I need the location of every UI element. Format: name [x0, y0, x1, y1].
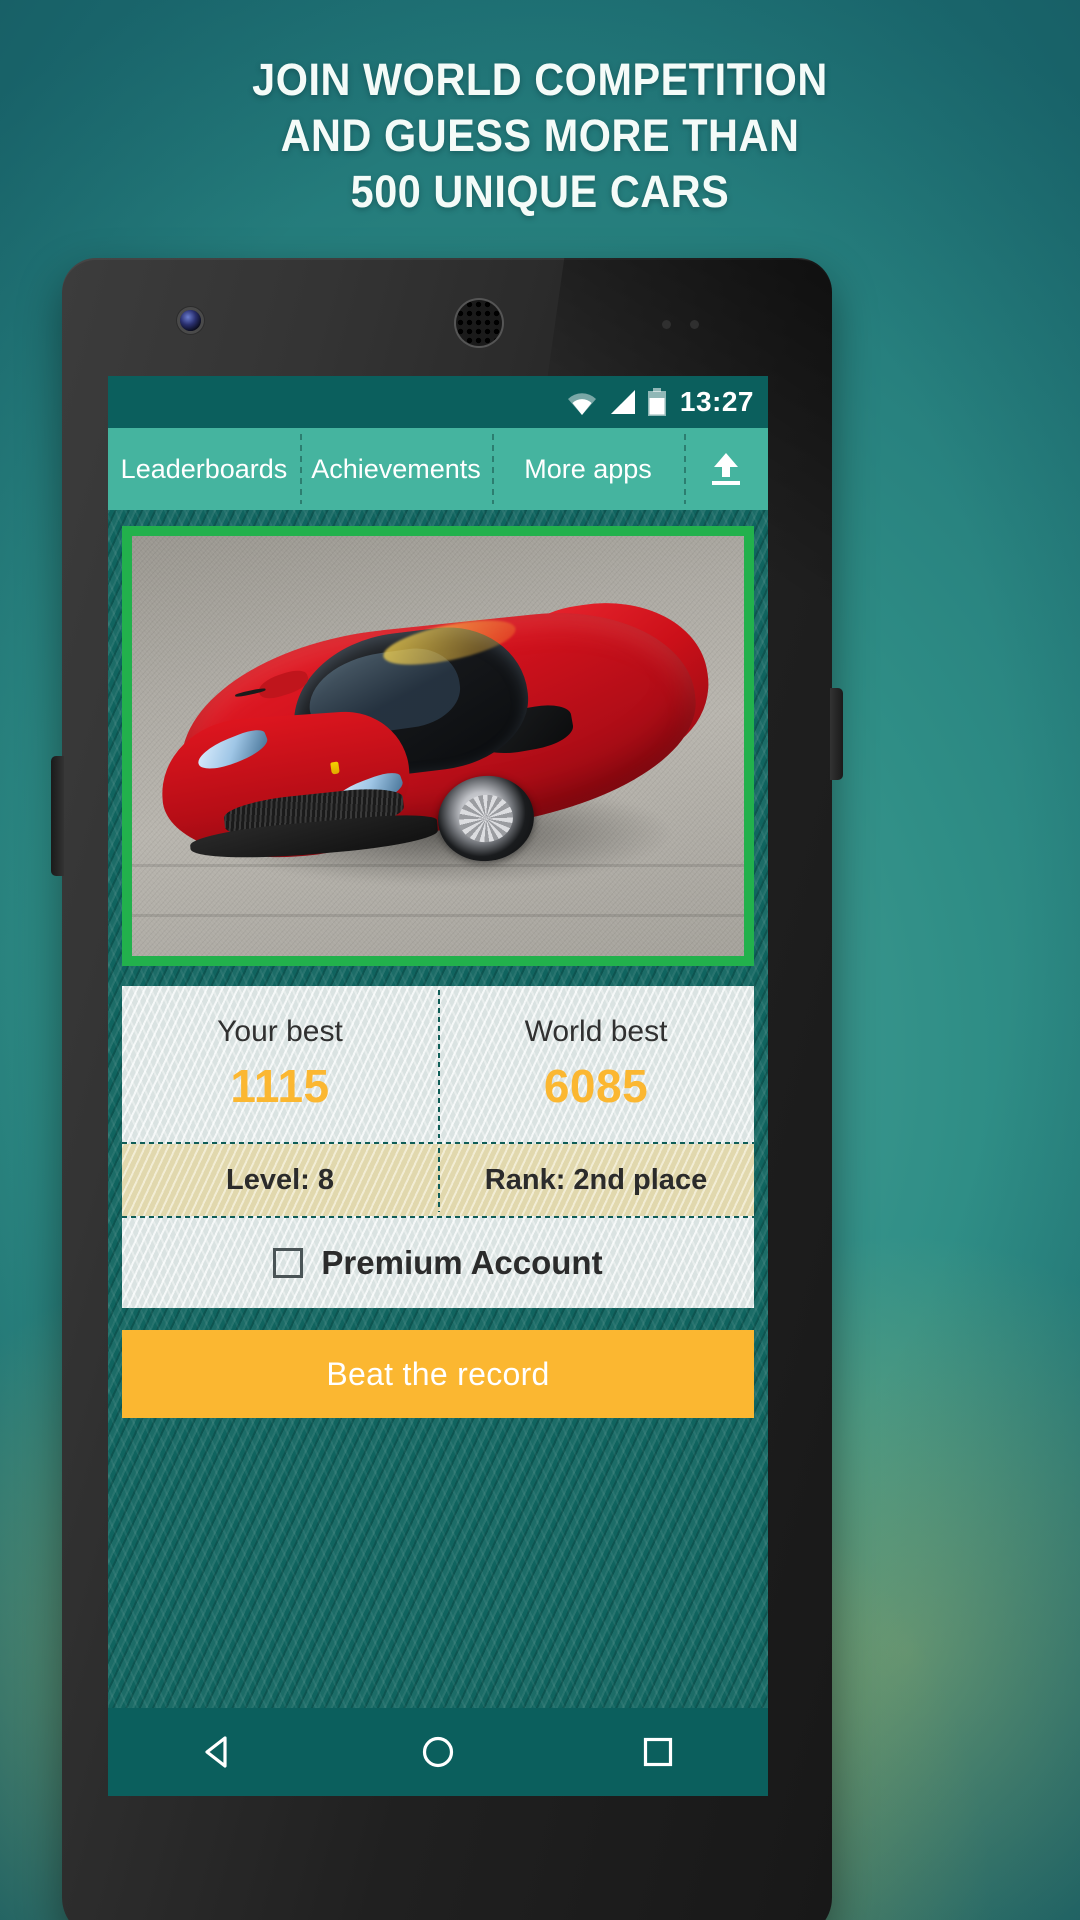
nav-home-button[interactable]: [363, 1708, 513, 1796]
tab-more-apps[interactable]: More apps: [492, 428, 684, 510]
cellular-signal-icon: [610, 390, 635, 414]
tab-more-apps-label: More apps: [524, 453, 652, 484]
phone-screen: 13:27 Leaderboards Achievements More app…: [108, 376, 768, 1796]
premium-account-row[interactable]: Premium Account: [122, 1218, 754, 1308]
premium-account-checkbox[interactable]: [273, 1248, 304, 1278]
nav-recents-button[interactable]: [583, 1708, 733, 1796]
recents-square-icon: [643, 1737, 673, 1767]
car-photo: [132, 536, 744, 956]
app-content-area: Your best 1115 World best 6085 Level: 8: [108, 510, 768, 1796]
beat-the-record-button[interactable]: Beat the record: [122, 1330, 754, 1418]
stats-panel: Your best 1115 World best 6085 Level: 8: [122, 986, 754, 1308]
earpiece-speaker-icon: [456, 300, 502, 346]
phone-body: 13:27 Leaderboards Achievements More app…: [62, 258, 832, 1920]
world-best-label: World best: [524, 1015, 668, 1048]
phone-mockup: 13:27 Leaderboards Achievements More app…: [51, 258, 1007, 1920]
home-circle-icon: [422, 1736, 454, 1768]
share-upload-button[interactable]: [684, 428, 768, 510]
rank-cell: Rank: 2nd place: [438, 1144, 754, 1216]
car-image-card[interactable]: [122, 526, 754, 966]
premium-account-label: Premium Account: [321, 1244, 603, 1281]
wifi-icon: [567, 393, 596, 415]
world-best-value: 6085: [543, 1060, 649, 1112]
promo-headline: JOIN WORLD COMPETITION AND GUESS MORE TH…: [43, 52, 1037, 220]
status-bar-clock: 13:27: [679, 386, 754, 417]
level-text: Level: 8: [226, 1163, 334, 1196]
headline-line-3: 500 UNIQUE CARS: [350, 166, 730, 217]
rank-text: Rank: 2nd place: [484, 1163, 708, 1196]
volume-button[interactable]: [51, 756, 64, 876]
tab-achievements[interactable]: Achievements: [300, 428, 492, 510]
level-cell: Level: 8: [122, 1144, 438, 1216]
phone-bottom-bezel: [108, 1796, 768, 1920]
beat-the-record-label: Beat the record: [326, 1355, 550, 1392]
best-scores-row: Your best 1115 World best 6085: [122, 986, 754, 1142]
app-tab-bar: Leaderboards Achievements More apps: [108, 428, 768, 510]
your-best-cell: Your best 1115: [122, 986, 438, 1142]
nav-back-button[interactable]: [143, 1708, 293, 1796]
battery-icon: [647, 388, 666, 416]
tab-leaderboards-label: Leaderboards: [120, 453, 288, 484]
your-best-value: 1115: [230, 1060, 330, 1112]
front-camera-icon: [180, 310, 201, 331]
android-navigation-bar: [108, 1708, 768, 1796]
upload-icon: [712, 453, 740, 485]
tab-achievements-label: Achievements: [311, 453, 481, 484]
your-best-label: Your best: [217, 1015, 343, 1048]
status-bar: 13:27: [108, 376, 768, 428]
headline-line-1: JOIN WORLD COMPETITION: [252, 54, 828, 105]
headline-line-2: AND GUESS MORE THAN: [280, 110, 800, 161]
world-best-cell: World best 6085: [438, 986, 754, 1142]
red-sports-car: [156, 561, 720, 914]
phone-top-bezel: [62, 258, 832, 370]
level-rank-row: Level: 8 Rank: 2nd place: [122, 1144, 754, 1216]
proximity-sensor-icon: [662, 320, 722, 330]
power-button[interactable]: [830, 688, 843, 780]
back-triangle-icon: [205, 1736, 227, 1768]
tab-leaderboards[interactable]: Leaderboards: [108, 428, 300, 510]
